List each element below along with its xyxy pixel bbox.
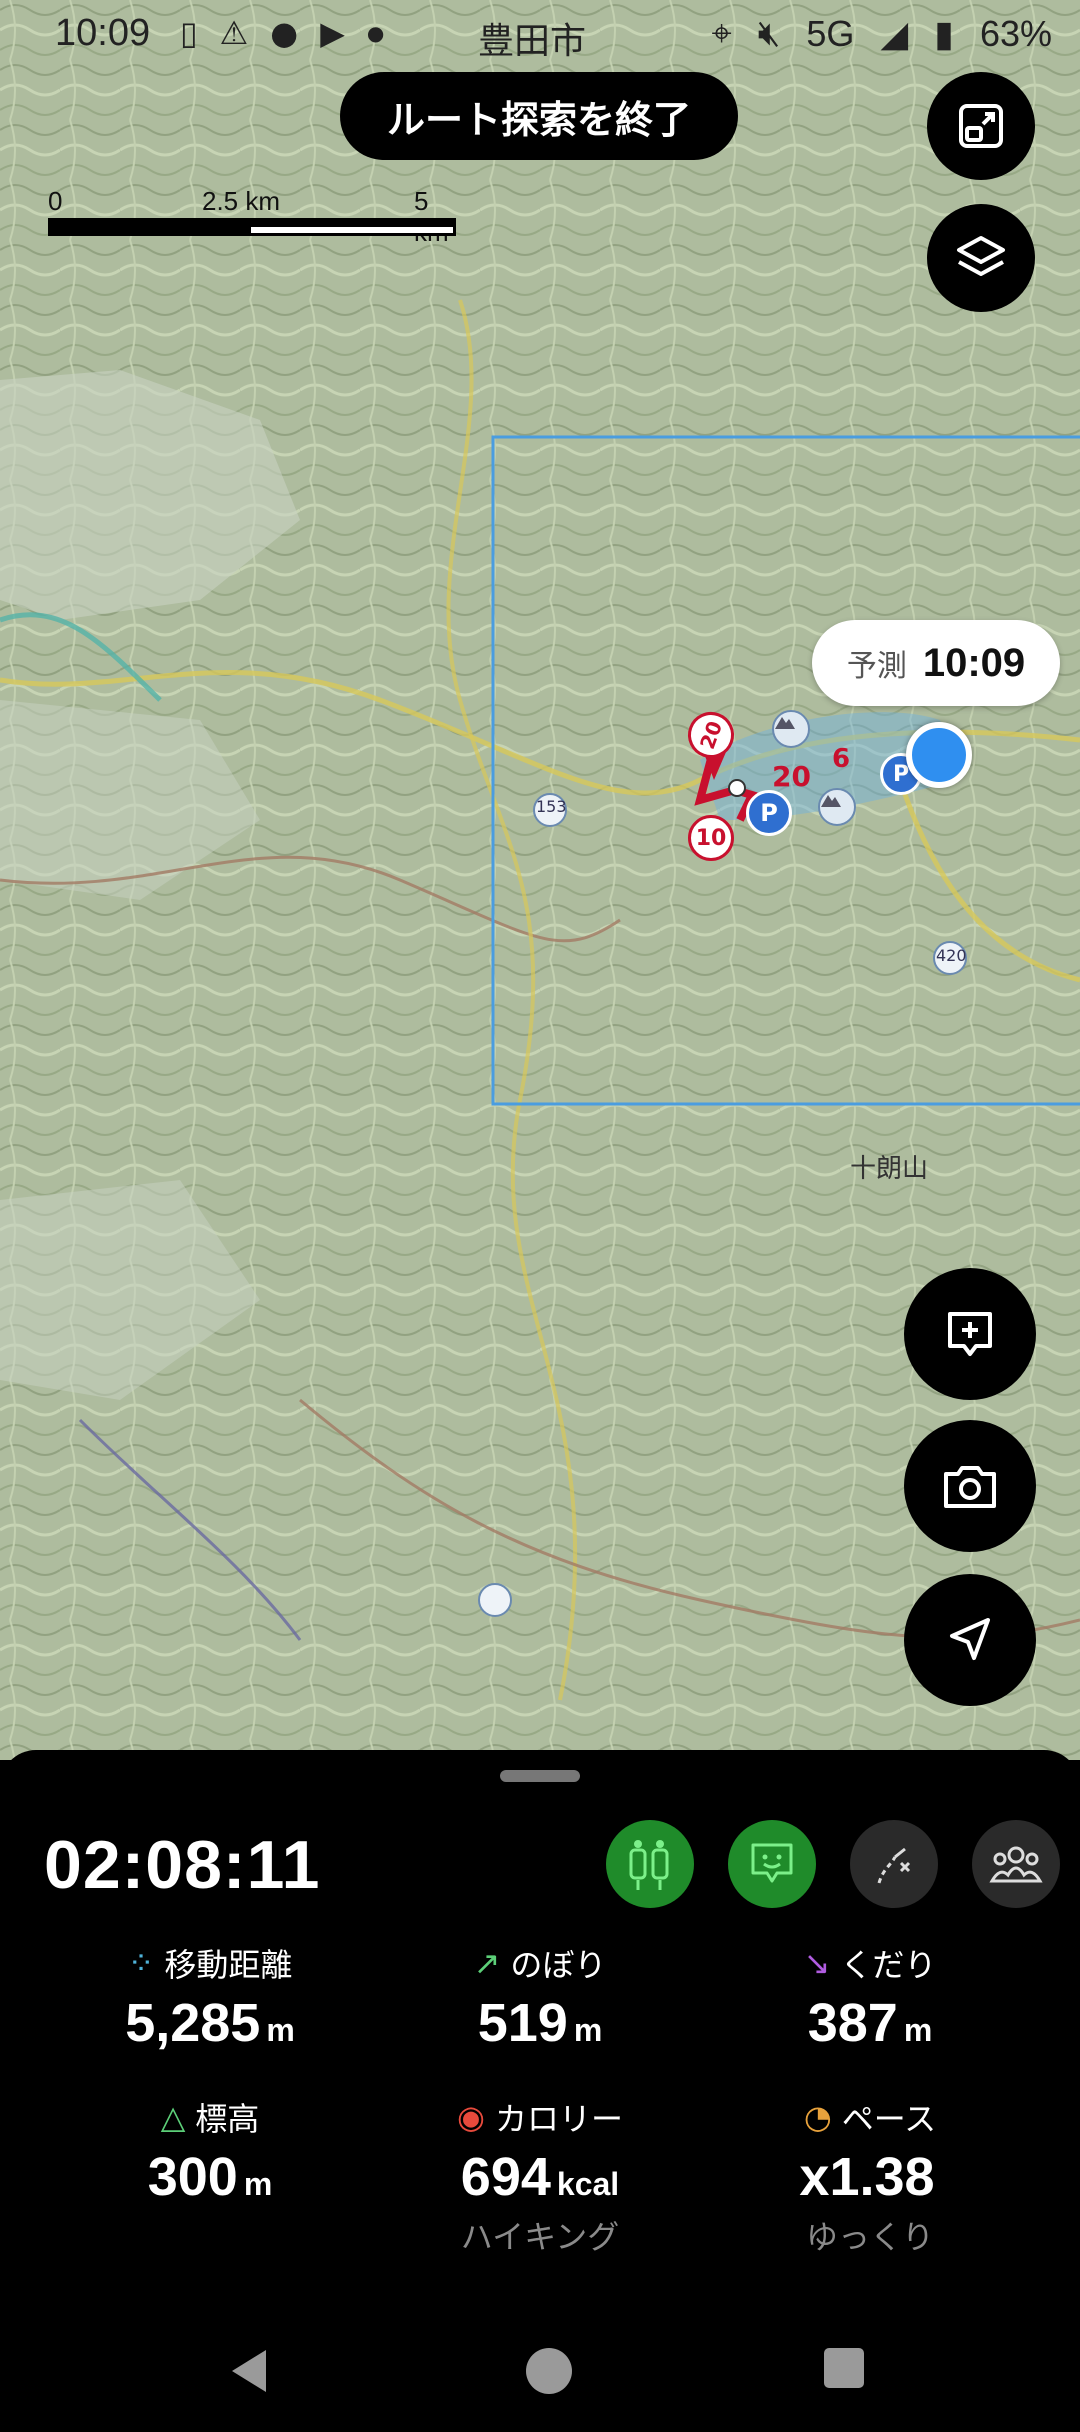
memo-icon bbox=[948, 1312, 992, 1356]
marker-20-b[interactable]: 20 bbox=[772, 760, 811, 793]
back-icon[interactable] bbox=[226, 2346, 272, 2396]
status-time: 10:09 bbox=[55, 12, 151, 54]
hiker-mode-toggle[interactable] bbox=[606, 1820, 694, 1908]
current-location-marker[interactable] bbox=[906, 722, 972, 788]
mode-toggles bbox=[606, 1820, 1060, 1908]
group-toggle[interactable] bbox=[972, 1820, 1060, 1908]
scale-mid: 2.5 km bbox=[202, 186, 281, 216]
stat-elevation: △ 標高 300 m bbox=[147, 2098, 273, 2207]
recents-icon[interactable] bbox=[822, 2346, 866, 2390]
camera-icon bbox=[944, 1466, 996, 1508]
layers-icon bbox=[957, 236, 1005, 276]
network-label: 5G bbox=[806, 12, 855, 54]
battery-level: 63% bbox=[979, 12, 1052, 54]
stat-descent: ↘ くだり 387 m bbox=[803, 1944, 937, 2053]
flame-icon: ◉ bbox=[457, 2098, 485, 2136]
status-city: 豊田市 bbox=[478, 21, 587, 62]
stat-pace: ◔ ペース x1.38 ゆっくり bbox=[705, 2094, 1035, 2258]
peak-icon[interactable] bbox=[818, 788, 856, 826]
battery-icon: ▮ bbox=[934, 12, 954, 54]
peak-icon[interactable] bbox=[772, 710, 810, 748]
fullscreen-button[interactable] bbox=[927, 72, 1035, 180]
signal-icon: ◢ bbox=[880, 12, 909, 54]
status-right: ⌖ 🔇︎ 5G ◢ ▮ 63% bbox=[711, 12, 1052, 55]
ascent-value: 519 bbox=[477, 1993, 568, 2053]
status-bar: 10:09 ▯ ⚠ ● ▶ ● 豊田市 ⌖ 🔇︎ 5G ◢ ▮ 63% bbox=[0, 0, 1080, 70]
stat-calorie: ◉ カロリー 694 kcal ハイキング bbox=[375, 2094, 705, 2258]
fullscreen-icon bbox=[959, 104, 1003, 148]
scale-zero: 0 bbox=[48, 186, 63, 216]
prediction-label: 予測 bbox=[846, 649, 907, 684]
elevation-value: 300 bbox=[147, 2147, 238, 2207]
road-label-420: 420 bbox=[936, 946, 967, 965]
pace-description: ゆっくり bbox=[805, 2218, 934, 2256]
road-label-153: 153 bbox=[536, 797, 567, 816]
descent-value: 387 bbox=[807, 1993, 898, 2053]
phone-icon: ▯ bbox=[180, 14, 198, 52]
mute-icon: 🔇︎ bbox=[757, 12, 781, 53]
home-icon[interactable] bbox=[524, 2346, 574, 2396]
smiley-message-icon bbox=[751, 1843, 793, 1883]
message-mode-toggle[interactable] bbox=[728, 1820, 816, 1908]
prediction-time: 10:09 bbox=[922, 640, 1026, 685]
group-icon bbox=[989, 1846, 1043, 1883]
prediction-callout[interactable]: 予測 10:09 bbox=[812, 620, 1060, 706]
off-route-toggle[interactable] bbox=[850, 1820, 938, 1908]
panel-drag-handle[interactable] bbox=[500, 1770, 580, 1782]
line-icon: ● bbox=[270, 14, 299, 52]
camera-button[interactable] bbox=[904, 1420, 1036, 1552]
end-route-search-button[interactable]: ルート探索を終了 bbox=[340, 72, 738, 160]
navigate-button[interactable] bbox=[904, 1574, 1036, 1706]
layers-button[interactable] bbox=[927, 204, 1035, 312]
stat-ascent: ↗ のぼり 519 m bbox=[473, 1944, 607, 2053]
youtube-icon: ▶ bbox=[320, 14, 345, 52]
warning-icon: ⚠ bbox=[219, 14, 249, 52]
speedometer-icon: ◔ bbox=[803, 2098, 832, 2136]
scale-max: 5 km bbox=[414, 186, 449, 247]
hiker-icon bbox=[629, 1840, 669, 1890]
marker-10[interactable]: 10 bbox=[688, 815, 734, 861]
add-memo-button[interactable] bbox=[904, 1268, 1036, 1400]
descent-icon: ↘ bbox=[803, 1944, 831, 1982]
pace-value: x1.38 bbox=[799, 2147, 935, 2207]
system-nav-bar bbox=[0, 2310, 1080, 2432]
distance-value: 5,285 bbox=[125, 1993, 261, 2053]
calorie-value: 694 bbox=[460, 2147, 551, 2207]
parking-icon-a[interactable]: P bbox=[746, 790, 792, 836]
location-icon: ⌖ bbox=[711, 12, 732, 53]
mountain-label-juro: 十朗山 bbox=[850, 1154, 929, 1184]
elevation-icon: △ bbox=[160, 2098, 186, 2136]
dot-icon: ● bbox=[366, 21, 385, 45]
elapsed-time: 02:08:11 bbox=[44, 1827, 321, 1903]
distance-icon: ⁘ bbox=[127, 1944, 155, 1982]
stat-distance: ⁘ 移動距離 5,285 m bbox=[125, 1944, 295, 2053]
ascent-icon: ↗ bbox=[473, 1944, 501, 1982]
calorie-activity: ハイキング bbox=[460, 2218, 620, 2256]
notification-icons: ▯ ⚠ ● ▶ ● bbox=[180, 14, 384, 52]
off-route-icon bbox=[877, 1847, 911, 1884]
navigate-icon bbox=[950, 1618, 990, 1660]
marker-6[interactable]: 6 bbox=[832, 744, 850, 774]
scale-bar bbox=[48, 218, 456, 236]
